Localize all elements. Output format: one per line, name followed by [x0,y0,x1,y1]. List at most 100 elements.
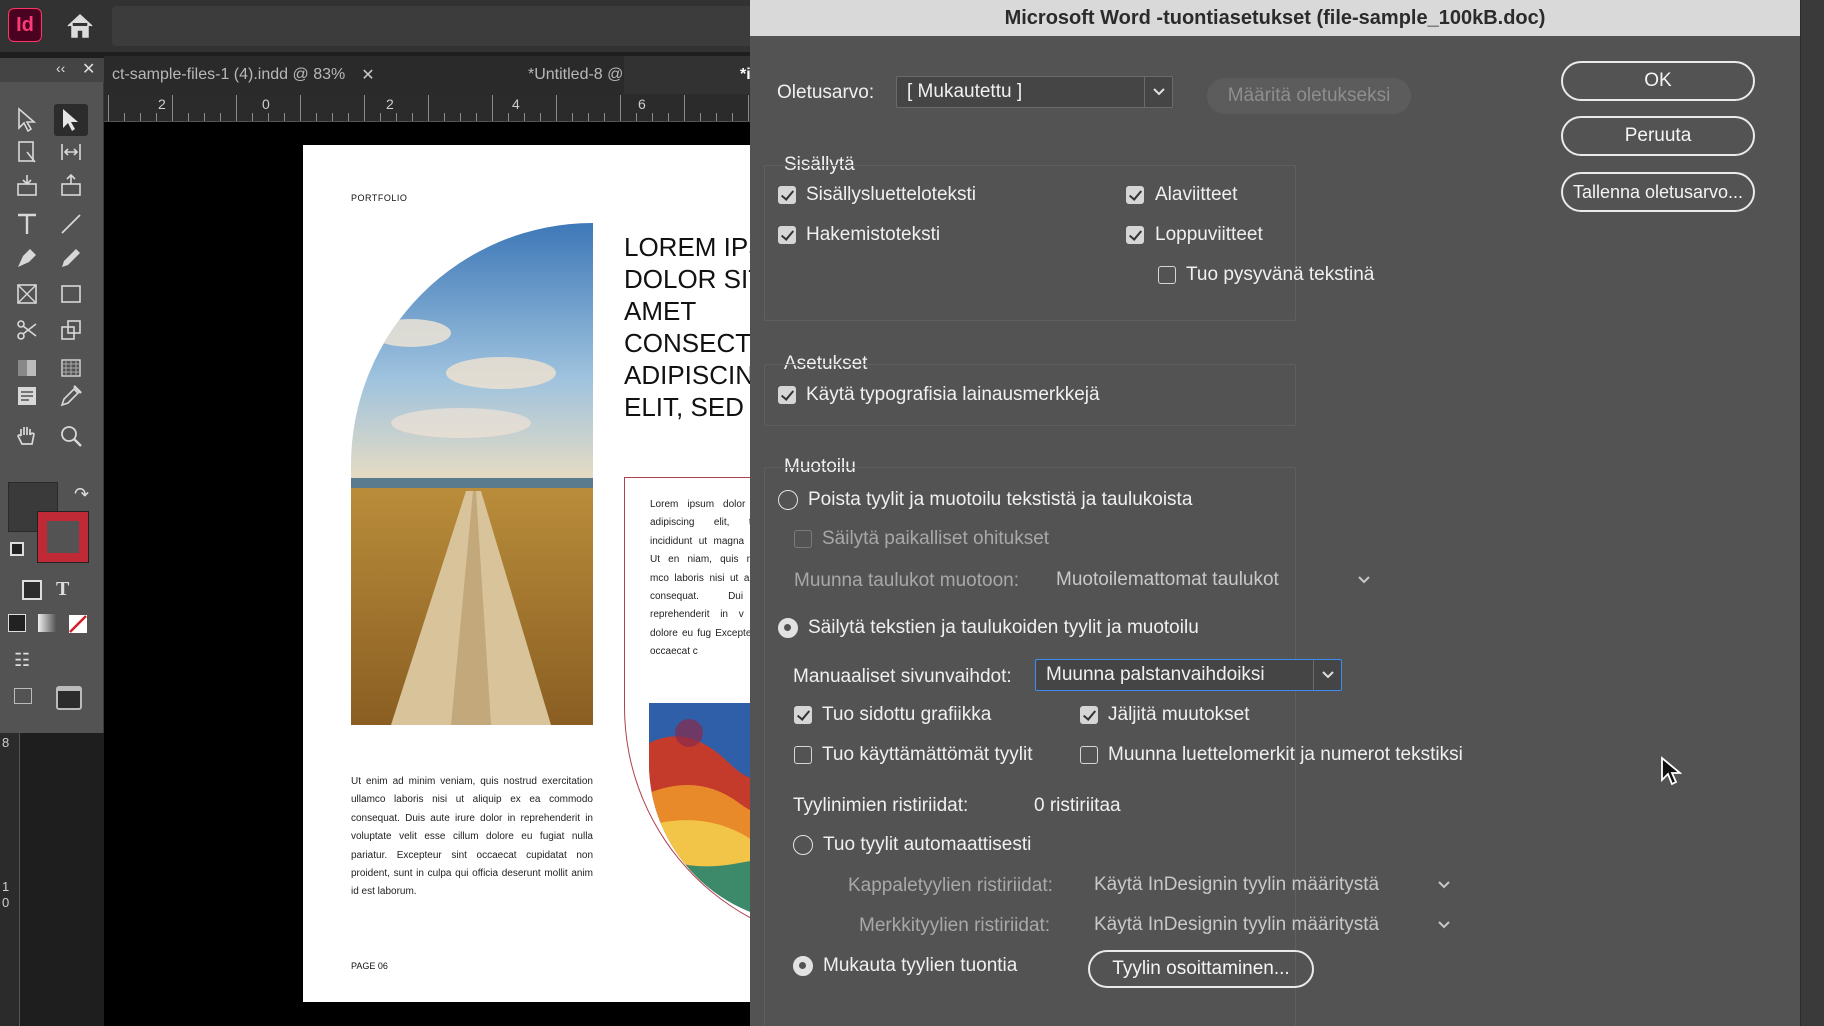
track-changes-checkbox[interactable] [1080,706,1098,724]
pencil-tool-icon[interactable] [54,242,88,274]
note-tool-icon[interactable] [10,380,44,412]
line-tool-icon[interactable] [54,208,88,240]
apply-color-icon[interactable] [8,614,26,637]
apply-none-icon[interactable] [68,614,88,639]
typographer-quotes-label: Käytä typografisia lainausmerkkejä [806,384,1100,405]
default-colors-icon[interactable] [10,542,24,561]
home-icon[interactable] [64,12,96,40]
preserve-styles-radio[interactable] [778,618,798,638]
remove-styles-radio[interactable] [778,490,798,510]
pen-tool-icon[interactable] [10,242,44,274]
footnotes-label: Alaviitteet [1155,184,1238,205]
manual-breaks-select[interactable]: Muunna palstanvaihdoiksi [1035,659,1342,691]
toc-text-label: Sisällysluetteloteksti [806,184,977,205]
horizontal-ruler[interactable]: 2 0 2 4 6 [104,94,760,122]
page-number-label: PAGE 06 [351,961,388,971]
selection-tool-icon[interactable] [10,104,44,136]
ruler-label: 0 [2,895,10,910]
footnotes-checkbox[interactable] [1126,186,1144,204]
ruler-tick [508,113,509,121]
content-collector-icon[interactable] [10,170,44,202]
style-conflicts-label: Tyylinimien ristiriidat: [793,795,969,816]
preview-mode-icon[interactable] [56,686,82,715]
ruler-tick [620,95,621,121]
dialog-titlebar[interactable]: Microsoft Word -tuontiasetukset (file-sa… [750,0,1800,36]
ruler-label: 1 [2,879,10,894]
style-mapping-button[interactable]: Tyylin osoittaminen... [1088,950,1314,988]
gap-tool-icon[interactable] [54,136,88,168]
ruler-label: 0 [262,96,270,112]
swap-fill-stroke-icon[interactable]: ↷ [74,484,89,505]
text-formatting-icon[interactable]: T [56,578,69,601]
save-preset-button[interactable]: Tallenna oletusarvo... [1561,172,1755,212]
card-body-text: Lorem ipsum dolor s tur adipiscing elit,… [650,499,760,658]
preserve-overrides-checkbox[interactable] [794,530,812,548]
document-tab-1[interactable]: ct-sample-files-1 (4).indd @ 83% ✕ [112,56,432,94]
ruler-tick [156,113,157,121]
close-icon[interactable]: ✕ [361,65,374,85]
style-conflicts-value: 0 ristiriitaa [1034,795,1121,816]
import-styles-auto-radio[interactable] [793,835,813,855]
free-transform-tool-icon[interactable] [54,314,88,346]
container-formatting-icon[interactable] [22,580,42,605]
para-conflicts-select[interactable]: Käytä InDesignin tyylin määritystä [1088,869,1458,901]
chevron-down-icon [1350,564,1378,596]
panel-edge-strip [1800,0,1824,1026]
preset-select[interactable]: [ Mukautettu ] [896,76,1173,108]
ruler-tick [396,113,397,121]
content-placer-icon[interactable] [54,170,88,202]
import-unused-styles-checkbox[interactable] [794,746,812,764]
rectangle-tool-icon[interactable] [54,278,88,310]
vertical-ruler[interactable]: 8 10 [0,733,20,1026]
toc-text-checkbox[interactable] [778,186,796,204]
indesign-logo: Id [8,8,42,42]
endnotes-checkbox[interactable] [1126,226,1144,244]
set-default-button[interactable]: Määritä oletukseksi [1207,78,1411,114]
index-text-checkbox[interactable] [778,226,796,244]
collapse-icon[interactable]: ‹‹ [56,60,65,76]
ruler-tick [188,113,189,121]
ruler-label: 8 [2,735,10,750]
convert-bullets-label: Muunna luettelomerkit ja numerot tekstik… [1108,744,1463,765]
para-conflicts-label: Kappaletyylien ristiriidat: [848,875,1053,896]
abstract-painting-image[interactable] [649,703,760,923]
page-tool-icon[interactable] [10,136,44,168]
text-card-frame[interactable]: Lorem ipsum dolor s tur adipiscing elit,… [624,477,760,947]
scissors-tool-icon[interactable] [10,314,44,346]
ruler-tick [236,95,237,121]
hand-tool-icon[interactable] [10,420,44,452]
convert-tables-select[interactable]: Muotoilemattomat taulukot [1050,564,1378,596]
topbar-search-area[interactable] [112,6,752,46]
normal-view-icon[interactable] [14,688,32,709]
app-topbar: Id [0,0,760,52]
import-static-checkbox[interactable] [1158,266,1176,284]
ruler-label: 2 [386,96,394,112]
apply-gradient-icon[interactable] [38,614,56,637]
typographer-quotes-checkbox[interactable] [778,386,796,404]
screen-mode-icon[interactable]: ☷ [14,650,30,671]
ruler-label: 4 [512,96,520,112]
stroke-swatch-icon[interactable] [38,512,88,562]
zoom-tool-icon[interactable] [54,420,88,452]
direct-selection-tool-icon[interactable] [54,104,88,136]
ruler-tick [108,95,109,121]
toolbox-header: ‹‹ ✕ [0,58,104,82]
ruler-tick [220,113,221,121]
document-page[interactable]: PORTFOLIO LOREM IP DOLOR SI AMET CONSECT… [303,145,760,1002]
document-tab-3[interactable]: *id-helpnext-s [624,56,760,94]
rectangle-frame-tool-icon[interactable] [10,278,44,310]
customize-import-radio[interactable] [793,956,813,976]
cancel-button[interactable]: Peruuta [1561,116,1755,156]
import-inline-graphics-checkbox[interactable] [794,706,812,724]
ruler-tick [604,113,605,121]
eyedropper-tool-icon[interactable] [54,380,88,412]
hero-landscape-image[interactable] [351,223,593,725]
document-tabbar: ct-sample-files-1 (4).indd @ 83% ✕ *Unti… [104,56,760,94]
ruler-tick [252,113,253,121]
char-conflicts-select[interactable]: Käytä InDesignin tyylin määritystä [1088,909,1458,941]
ok-button[interactable]: OK [1561,61,1755,101]
close-icon[interactable]: ✕ [82,59,95,79]
convert-bullets-checkbox[interactable] [1080,746,1098,764]
mouse-cursor-icon [1660,756,1683,788]
type-tool-icon[interactable] [10,208,44,240]
